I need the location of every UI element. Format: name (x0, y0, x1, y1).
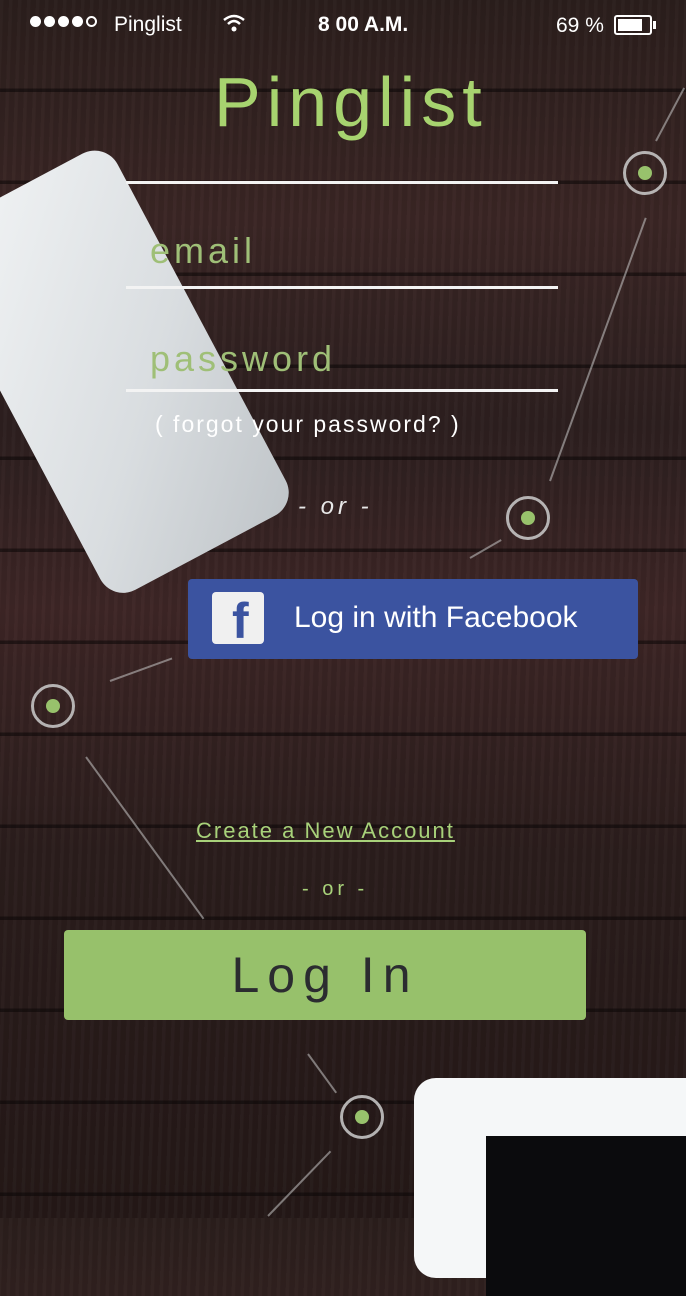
carrier-name: Pinglist (114, 13, 182, 36)
facebook-login-label: Log in with Facebook (294, 601, 578, 634)
status-time: 8 00 A.M. (318, 13, 409, 36)
email-field[interactable] (150, 228, 540, 274)
tablet-decoration (414, 1078, 686, 1296)
or-separator: - or - (298, 493, 373, 520)
password-field[interactable] (150, 336, 540, 382)
battery-percent: 69 % (556, 14, 604, 37)
decor-line (469, 539, 502, 559)
top-divider (126, 181, 558, 184)
email-underline (126, 286, 558, 289)
or-separator: - or - (302, 878, 369, 900)
ping-ring-icon (31, 684, 75, 728)
status-bar: Pinglist 8 00 A.M. 69 % (0, 0, 686, 52)
decor-line (655, 87, 686, 142)
app-logo: Pinglist (214, 63, 488, 141)
forgot-password-link[interactable]: ( forgot your password? ) (155, 411, 461, 438)
login-button-label: Log In (231, 947, 419, 1003)
decor-line (267, 1150, 332, 1217)
ping-ring-icon (340, 1095, 384, 1139)
wifi-icon (223, 14, 245, 32)
decor-line (307, 1053, 338, 1094)
battery-icon (614, 15, 656, 35)
decor-line (109, 657, 173, 682)
password-underline (126, 389, 558, 392)
login-button[interactable]: Log In (64, 930, 586, 1020)
ping-ring-icon (623, 151, 667, 195)
decor-line (85, 756, 205, 920)
create-account-link[interactable]: Create a New Account (196, 818, 455, 844)
facebook-icon: f (212, 592, 264, 646)
ping-ring-icon (506, 496, 550, 540)
signal-icon (30, 16, 97, 27)
decor-line (549, 217, 647, 482)
